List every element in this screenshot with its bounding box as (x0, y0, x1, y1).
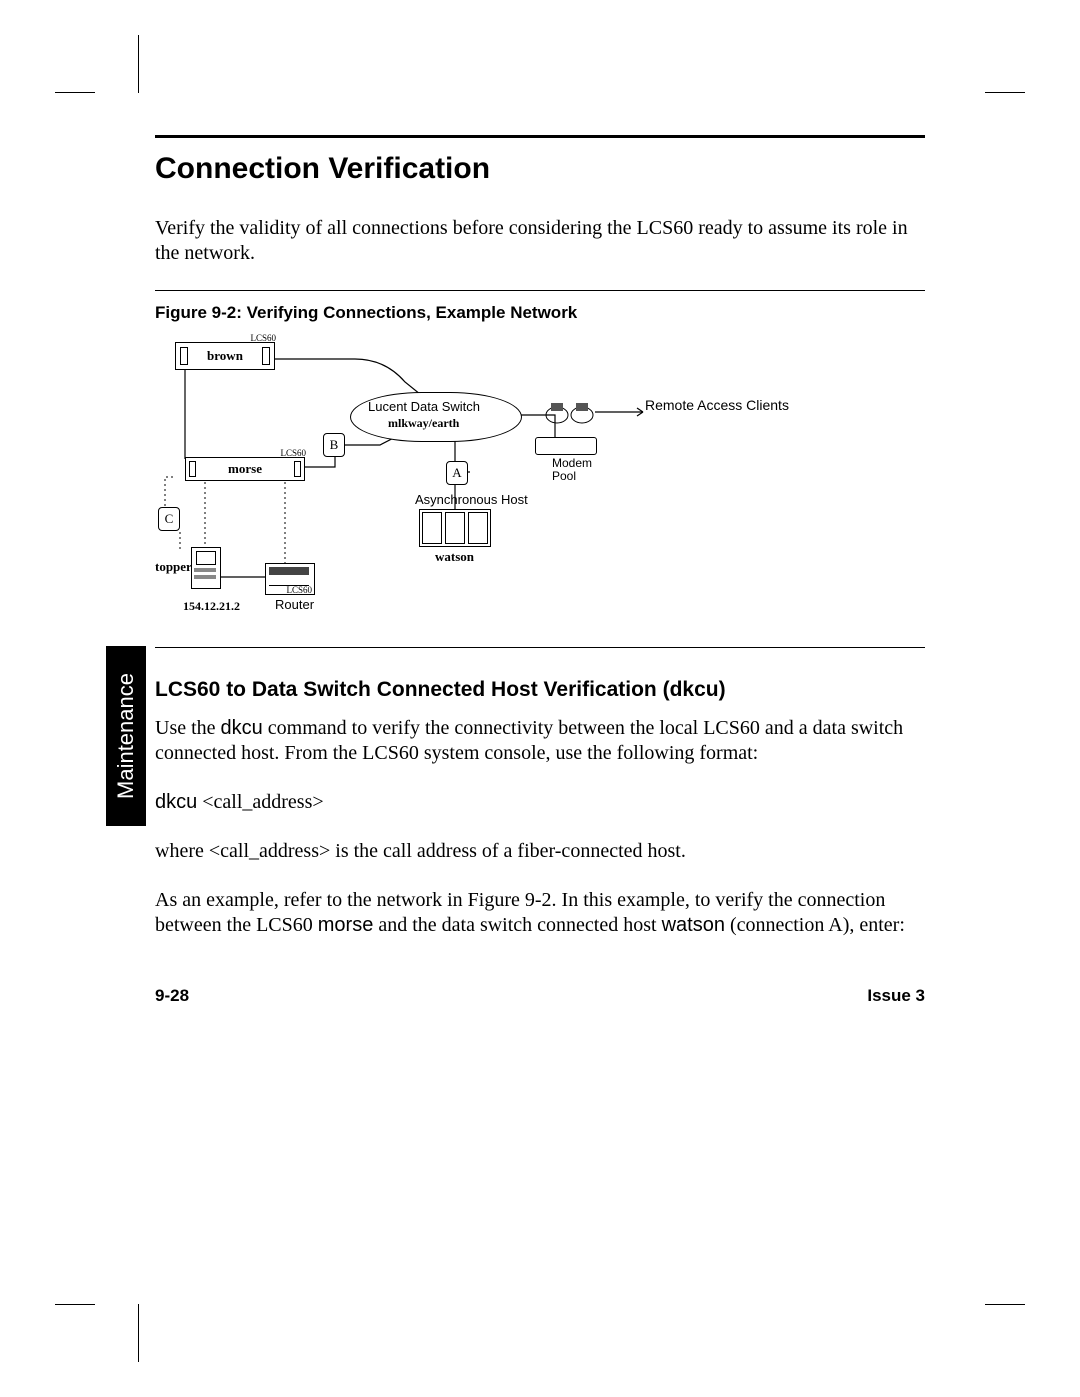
figure-bottom-rule (155, 647, 925, 648)
cmd-prefix: dkcu (155, 791, 197, 813)
intro-paragraph: Verify the validity of all connections b… (155, 216, 925, 266)
cloud-label-bottom: mlkway/earth (388, 416, 459, 431)
node-c: C (158, 507, 180, 531)
figure-9-2: brown LCS60 Lucent Data Switch mlkway/ea… (155, 337, 925, 627)
side-tab-label: Maintenance (113, 673, 139, 799)
page-number: 9-28 (155, 986, 189, 1006)
node-b: B (323, 433, 345, 457)
figure-top-rule (155, 290, 925, 291)
router-label: Router (275, 597, 314, 612)
device-brown-model: LCS60 (250, 333, 276, 343)
phone-icon (545, 395, 595, 430)
sub-paragraph-1: Use the dkcu command to verify the conne… (155, 716, 925, 766)
host-watson: watson (662, 914, 725, 936)
sub-paragraph-3: As an example, refer to the network in F… (155, 888, 925, 938)
command-line: dkcu <call_address> (155, 790, 925, 815)
modem-pool-label: Modem Pool (552, 457, 602, 483)
cloud-label-top: Lucent Data Switch (368, 399, 480, 414)
async-host-label: Asynchronous Host (415, 492, 528, 507)
sub-paragraph-2: where <call_address> is the call address… (155, 839, 925, 864)
page-content: Connection Verification Verify the valid… (155, 135, 925, 962)
text: and the data switch connected host (373, 914, 661, 936)
device-brown: brown LCS60 (175, 342, 275, 370)
heading-rule (155, 135, 925, 138)
issue-number: Issue 3 (867, 986, 925, 1006)
text: (connection A), enter: (725, 914, 905, 936)
page-footer: 9-28 Issue 3 (155, 986, 925, 1006)
figure-caption: Figure 9-2: Verifying Connections, Examp… (155, 303, 925, 323)
device-router: LCS60 (265, 563, 315, 595)
device-morse-label: morse (186, 458, 304, 477)
device-topper (191, 547, 221, 589)
subsection-title: LCS60 to Data Switch Connected Host Veri… (155, 678, 925, 702)
side-tab-maintenance: Maintenance (106, 646, 146, 826)
text: command to verify the connectivity betwe… (155, 717, 903, 764)
modem-pool-box (535, 437, 597, 455)
device-morse: morse LCS60 (185, 457, 305, 481)
text: Use the (155, 717, 221, 739)
cmd-dkcu: dkcu (221, 717, 263, 739)
host-morse: morse (318, 914, 374, 936)
device-morse-model: LCS60 (280, 448, 306, 458)
device-brown-label: brown (176, 343, 274, 364)
watson-label: watson (435, 549, 474, 565)
cmd-arg: <call_address> (197, 791, 323, 813)
section-title: Connection Verification (155, 152, 925, 186)
remote-clients-label: Remote Access Clients (645, 397, 789, 413)
topper-label: topper (155, 559, 192, 575)
ip-label: 154.12.21.2 (183, 599, 240, 614)
node-a: A (446, 461, 468, 485)
device-watson (419, 509, 491, 547)
